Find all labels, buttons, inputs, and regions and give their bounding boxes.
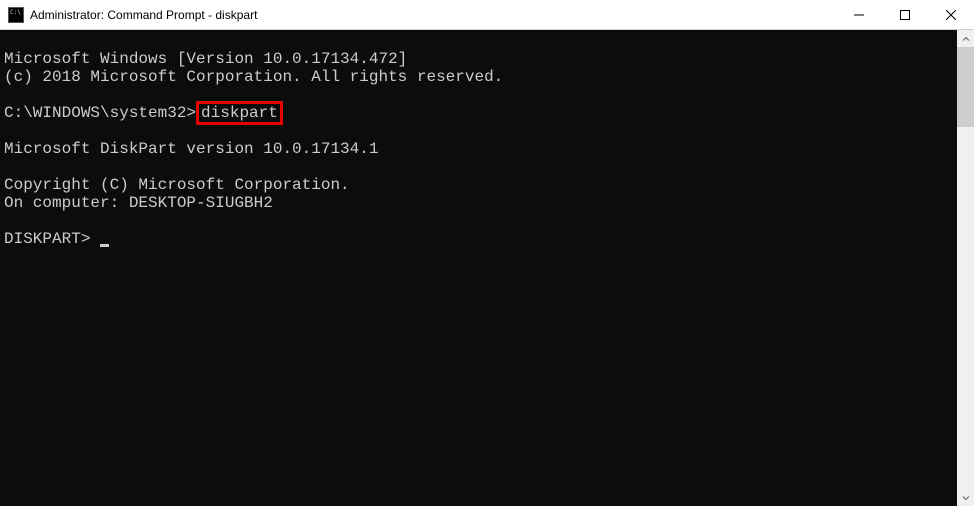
close-button[interactable]: [928, 0, 974, 29]
terminal-area: Microsoft Windows [Version 10.0.17134.47…: [0, 30, 974, 506]
scroll-thumb[interactable]: [957, 47, 974, 127]
minimize-button[interactable]: [836, 0, 882, 29]
output-line: (c) 2018 Microsoft Corporation. All righ…: [4, 68, 503, 86]
chevron-up-icon: [962, 35, 970, 43]
vertical-scrollbar[interactable]: [957, 30, 974, 506]
minimize-icon: [854, 10, 864, 20]
terminal-content[interactable]: Microsoft Windows [Version 10.0.17134.47…: [0, 30, 957, 506]
prompt-line: C:\WINDOWS\system32>diskpart: [4, 101, 283, 125]
close-icon: [946, 10, 956, 20]
scroll-up-button[interactable]: [957, 30, 974, 47]
scroll-track[interactable]: [957, 47, 974, 489]
output-line: Microsoft DiskPart version 10.0.17134.1: [4, 140, 378, 158]
output-line: Microsoft Windows [Version 10.0.17134.47…: [4, 50, 407, 68]
command-prompt-window: Administrator: Command Prompt - diskpart…: [0, 0, 974, 506]
highlighted-command: diskpart: [196, 101, 283, 125]
maximize-icon: [900, 10, 910, 20]
prompt-path: C:\WINDOWS\system32>: [4, 104, 196, 122]
maximize-button[interactable]: [882, 0, 928, 29]
diskpart-prompt: DISKPART>: [4, 230, 109, 248]
prompt-text: DISKPART>: [4, 230, 100, 248]
output-line: On computer: DESKTOP-SIUGBH2: [4, 194, 273, 212]
titlebar[interactable]: Administrator: Command Prompt - diskpart: [0, 0, 974, 30]
window-title: Administrator: Command Prompt - diskpart: [30, 8, 836, 22]
cmd-icon: [8, 7, 24, 23]
chevron-down-icon: [962, 494, 970, 502]
scroll-down-button[interactable]: [957, 489, 974, 506]
cursor: [100, 244, 109, 247]
output-line: Copyright (C) Microsoft Corporation.: [4, 176, 350, 194]
window-controls: [836, 0, 974, 29]
